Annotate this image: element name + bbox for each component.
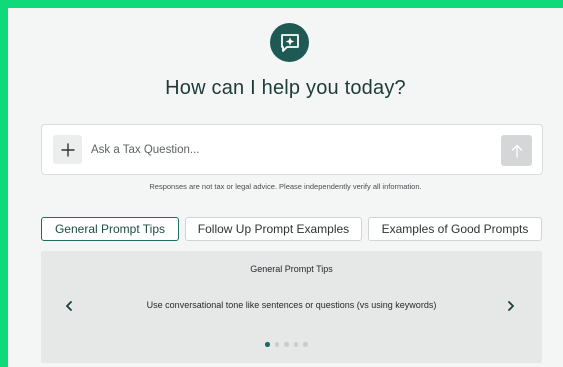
carousel-pagination — [265, 342, 308, 347]
app-frame: How can I help you today? Responses are … — [8, 8, 563, 367]
pagination-dot-5[interactable] — [303, 342, 308, 347]
pagination-dot-2[interactable] — [274, 342, 279, 347]
page-title: How can I help you today? — [165, 77, 406, 99]
send-button[interactable] — [501, 135, 532, 166]
chat-sparkle-icon — [270, 23, 309, 62]
carousel-title: General Prompt Tips — [250, 264, 333, 274]
plus-icon — [60, 142, 75, 157]
pagination-dot-4[interactable] — [293, 342, 298, 347]
disclaimer-text: Responses are not tax or legal advice. P… — [149, 182, 422, 191]
next-button[interactable] — [504, 299, 518, 313]
pagination-dot-1[interactable] — [265, 342, 270, 347]
add-button[interactable] — [53, 135, 82, 164]
arrow-up-icon — [511, 144, 522, 158]
chevron-right-icon — [508, 301, 514, 311]
pagination-dot-3[interactable] — [284, 342, 289, 347]
tip-text: Use conversational tone like sentences o… — [146, 300, 437, 310]
question-input[interactable] — [91, 139, 481, 161]
tab-examples-of-good-prompts[interactable]: Examples of Good Prompts — [368, 217, 542, 241]
tab-follow-up-prompt-examples[interactable]: Follow Up Prompt Examples — [185, 217, 362, 241]
tab-general-prompt-tips[interactable]: General Prompt Tips — [41, 217, 179, 241]
question-box — [41, 124, 543, 175]
tips-carousel: General Prompt Tips Use conversational t… — [41, 251, 542, 363]
